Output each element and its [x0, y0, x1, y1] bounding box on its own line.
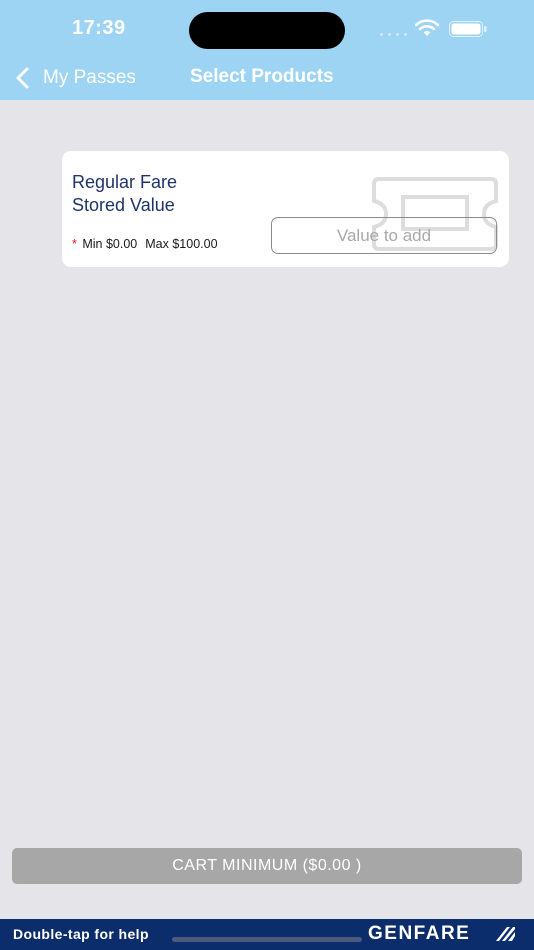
home-indicator[interactable]: [172, 937, 362, 942]
product-name-line-1: Regular Fare: [72, 172, 178, 192]
product-name-line-2: Stored Value: [72, 195, 175, 215]
cellular-signal-icon: [380, 33, 410, 37]
back-button-label: My Passes: [43, 67, 136, 88]
product-card-regular-fare[interactable]: Regular Fare Stored Value * Min $0.00 Max…: [62, 151, 509, 267]
genfare-logo-icon: [496, 927, 515, 941]
dynamic-island: [189, 12, 345, 49]
cart-minimum-button[interactable]: CART MINIMUM ($0.00 ): [12, 848, 522, 884]
required-marker: *: [72, 237, 77, 251]
battery-icon: [449, 21, 487, 37]
brand-logo-text: GENFARE: [368, 923, 471, 944]
max-value-label: Max $100.00: [145, 237, 218, 251]
chevron-left-icon: [16, 67, 29, 89]
value-limits: * Min $0.00 Max $100.00: [72, 237, 218, 251]
help-hint: Double-tap for help: [13, 926, 149, 942]
back-button[interactable]: My Passes: [12, 64, 136, 92]
product-name: Regular Fare Stored Value: [72, 171, 177, 217]
min-value-label: Min $0.00: [82, 237, 138, 251]
page-title: Select Products: [190, 66, 334, 87]
wifi-icon: [415, 19, 439, 36]
app-header: 17:39 My Passes Select Products: [0, 0, 534, 100]
status-time: 17:39: [72, 17, 126, 39]
value-to-add-input[interactable]: [271, 217, 497, 254]
footer-bar: Double-tap for help GENFARE: [0, 919, 534, 950]
